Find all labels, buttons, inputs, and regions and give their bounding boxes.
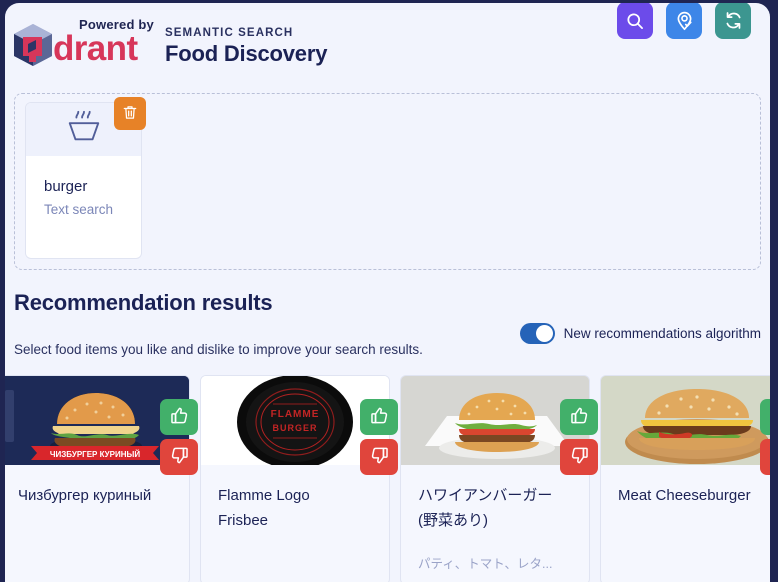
- search-context-card[interactable]: burger Text search: [25, 97, 146, 259]
- like-button[interactable]: [160, 399, 198, 435]
- thumbs-down-icon: [570, 446, 589, 468]
- algorithm-toggle-row: New recommendations algorithm: [519, 323, 761, 344]
- svg-text:ЧИЗБУРГЕР КУРИНЫЙ: ЧИЗБУРГЕР КУРИНЫЙ: [50, 450, 140, 459]
- result-card[interactable]: Meat Cheeseburger: [600, 375, 770, 582]
- new-algorithm-toggle[interactable]: [519, 323, 555, 344]
- location-button[interactable]: [666, 3, 702, 39]
- thumbs-up-icon: [570, 406, 589, 428]
- results-subtitle: Select food items you like and dislike t…: [14, 342, 423, 357]
- delete-context-button[interactable]: [114, 97, 146, 130]
- qdrant-wordmark: drant: [53, 29, 138, 68]
- result-title: Meat Cheeseburger: [618, 487, 751, 504]
- refresh-button[interactable]: [715, 3, 751, 39]
- dislike-button[interactable]: [760, 439, 770, 475]
- result-subtitle: パティ、トマト、レタ...: [418, 557, 553, 571]
- result-text: ハワイアンバーガー (野菜あり) パティ、トマト、レタ...: [401, 465, 589, 572]
- bowl-steam-icon: [61, 108, 107, 151]
- dislike-button[interactable]: [560, 439, 598, 475]
- app-title-block: SEMANTIC SEARCH Food Discovery: [165, 27, 327, 67]
- thumbs-up-icon: [370, 406, 389, 428]
- dislike-button[interactable]: [160, 439, 198, 475]
- search-context-subtitle: Text search: [44, 202, 114, 217]
- search-context-text: burger Text search: [26, 156, 141, 217]
- vote-buttons: [560, 399, 598, 475]
- result-title: Чизбургер куриный: [18, 487, 152, 504]
- like-button[interactable]: [760, 399, 770, 435]
- search-context-title: burger: [44, 178, 88, 195]
- result-text: Meat Cheeseburger: [601, 465, 770, 508]
- result-card[interactable]: ЧИЗБУРГЕР КУРИНЫЙ Чизбургер куриный: [5, 375, 198, 582]
- like-button[interactable]: [360, 399, 398, 435]
- page-title: Food Discovery: [165, 41, 328, 66]
- thumbs-up-icon: [170, 406, 189, 428]
- search-context-dropzone[interactable]: burger Text search: [14, 93, 761, 270]
- result-text: Flamme Logo Frisbee: [201, 465, 389, 533]
- dislike-button[interactable]: [360, 439, 398, 475]
- search-icon: [625, 11, 645, 31]
- thumbs-down-icon: [370, 446, 389, 468]
- app-eyebrow: SEMANTIC SEARCH: [165, 27, 294, 39]
- header-actions: [617, 3, 751, 39]
- svg-text:FLAMME: FLAMME: [271, 409, 320, 420]
- svg-text:BURGER: BURGER: [272, 423, 317, 433]
- result-title: ハワイアンバーガー (野菜あり): [418, 487, 553, 529]
- app-header: Powered by drant SEMANTIC SEARCH Food Di…: [5, 3, 770, 89]
- brand-logo[interactable]: Powered by drant: [12, 17, 155, 68]
- trash-icon: [122, 104, 138, 124]
- like-button[interactable]: [560, 399, 598, 435]
- vote-buttons: [360, 399, 398, 475]
- result-title: Flamme Logo Frisbee: [218, 487, 310, 529]
- toggle-knob: [535, 325, 553, 342]
- thumbs-down-icon: [770, 446, 771, 468]
- results-header: Recommendation results Select food items…: [14, 290, 761, 357]
- search-button[interactable]: [617, 3, 653, 39]
- result-image: [601, 376, 770, 465]
- qdrant-cube-icon: [12, 23, 54, 72]
- vote-buttons: [760, 399, 770, 475]
- vote-buttons: [160, 399, 198, 475]
- results-grid: ЧИЗБУРГЕР КУРИНЫЙ Чизбургер куриный FLAM…: [5, 375, 770, 582]
- refresh-icon: [723, 10, 744, 31]
- result-card[interactable]: FLAMME BURGER Flamme Logo Frisbee: [200, 375, 398, 582]
- thumbs-up-icon: [770, 406, 771, 428]
- results-title: Recommendation results: [14, 290, 273, 315]
- result-card[interactable]: ハワイアンバーガー (野菜あり) パティ、トマト、レタ...: [400, 375, 598, 582]
- thumbs-down-icon: [170, 446, 189, 468]
- location-pin-check-icon: [674, 10, 695, 31]
- new-algorithm-label: New recommendations algorithm: [563, 326, 761, 341]
- app-panel: Powered by drant SEMANTIC SEARCH Food Di…: [5, 3, 770, 582]
